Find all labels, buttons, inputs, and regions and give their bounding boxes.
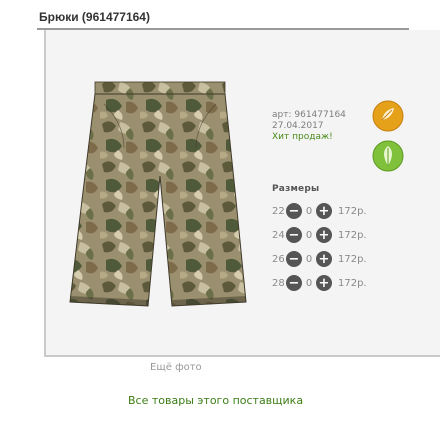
price-value: 172р. [338, 229, 367, 241]
plus-circle-icon[interactable]: + [316, 227, 332, 243]
quantity-value: 0 [305, 205, 313, 217]
product-photo[interactable] [60, 80, 250, 310]
page-title: Брюки (961477164) [39, 10, 150, 24]
quantity-value: 0 [305, 277, 313, 289]
plus-circle-icon[interactable]: + [316, 251, 332, 267]
size-row: 22 − 0 + 172р. [272, 202, 367, 220]
title-bar: Брюки (961477164) [37, 8, 409, 30]
size-row: 26 − 0 + 172р. [272, 250, 367, 268]
minus-circle-icon[interactable]: − [286, 251, 302, 267]
leaf-orange-icon [372, 100, 404, 132]
leaf-green-icon [372, 140, 404, 172]
minus-circle-icon[interactable]: − [286, 203, 302, 219]
price-value: 172р. [338, 253, 367, 265]
size-value: 26 [272, 253, 285, 265]
plus-circle-icon[interactable]: + [316, 275, 332, 291]
minus-circle-icon[interactable]: − [286, 275, 302, 291]
size-value: 24 [272, 229, 285, 241]
quantity-value: 0 [305, 253, 313, 265]
price-value: 172р. [338, 205, 367, 217]
plus-circle-icon[interactable]: + [316, 203, 332, 219]
quantity-value: 0 [305, 229, 313, 241]
more-photo-link[interactable]: Ещё фото [150, 362, 202, 373]
price-value: 172р. [338, 277, 367, 289]
size-row: 24 − 0 + 172р. [272, 226, 367, 244]
sizes-title: Размеры [272, 184, 320, 194]
minus-circle-icon[interactable]: − [286, 227, 302, 243]
all-supplier-goods-link[interactable]: Все товары этого поставщика [128, 394, 303, 407]
size-value: 28 [272, 277, 285, 289]
size-value: 22 [272, 205, 285, 217]
size-row: 28 − 0 + 172р. [272, 274, 367, 292]
